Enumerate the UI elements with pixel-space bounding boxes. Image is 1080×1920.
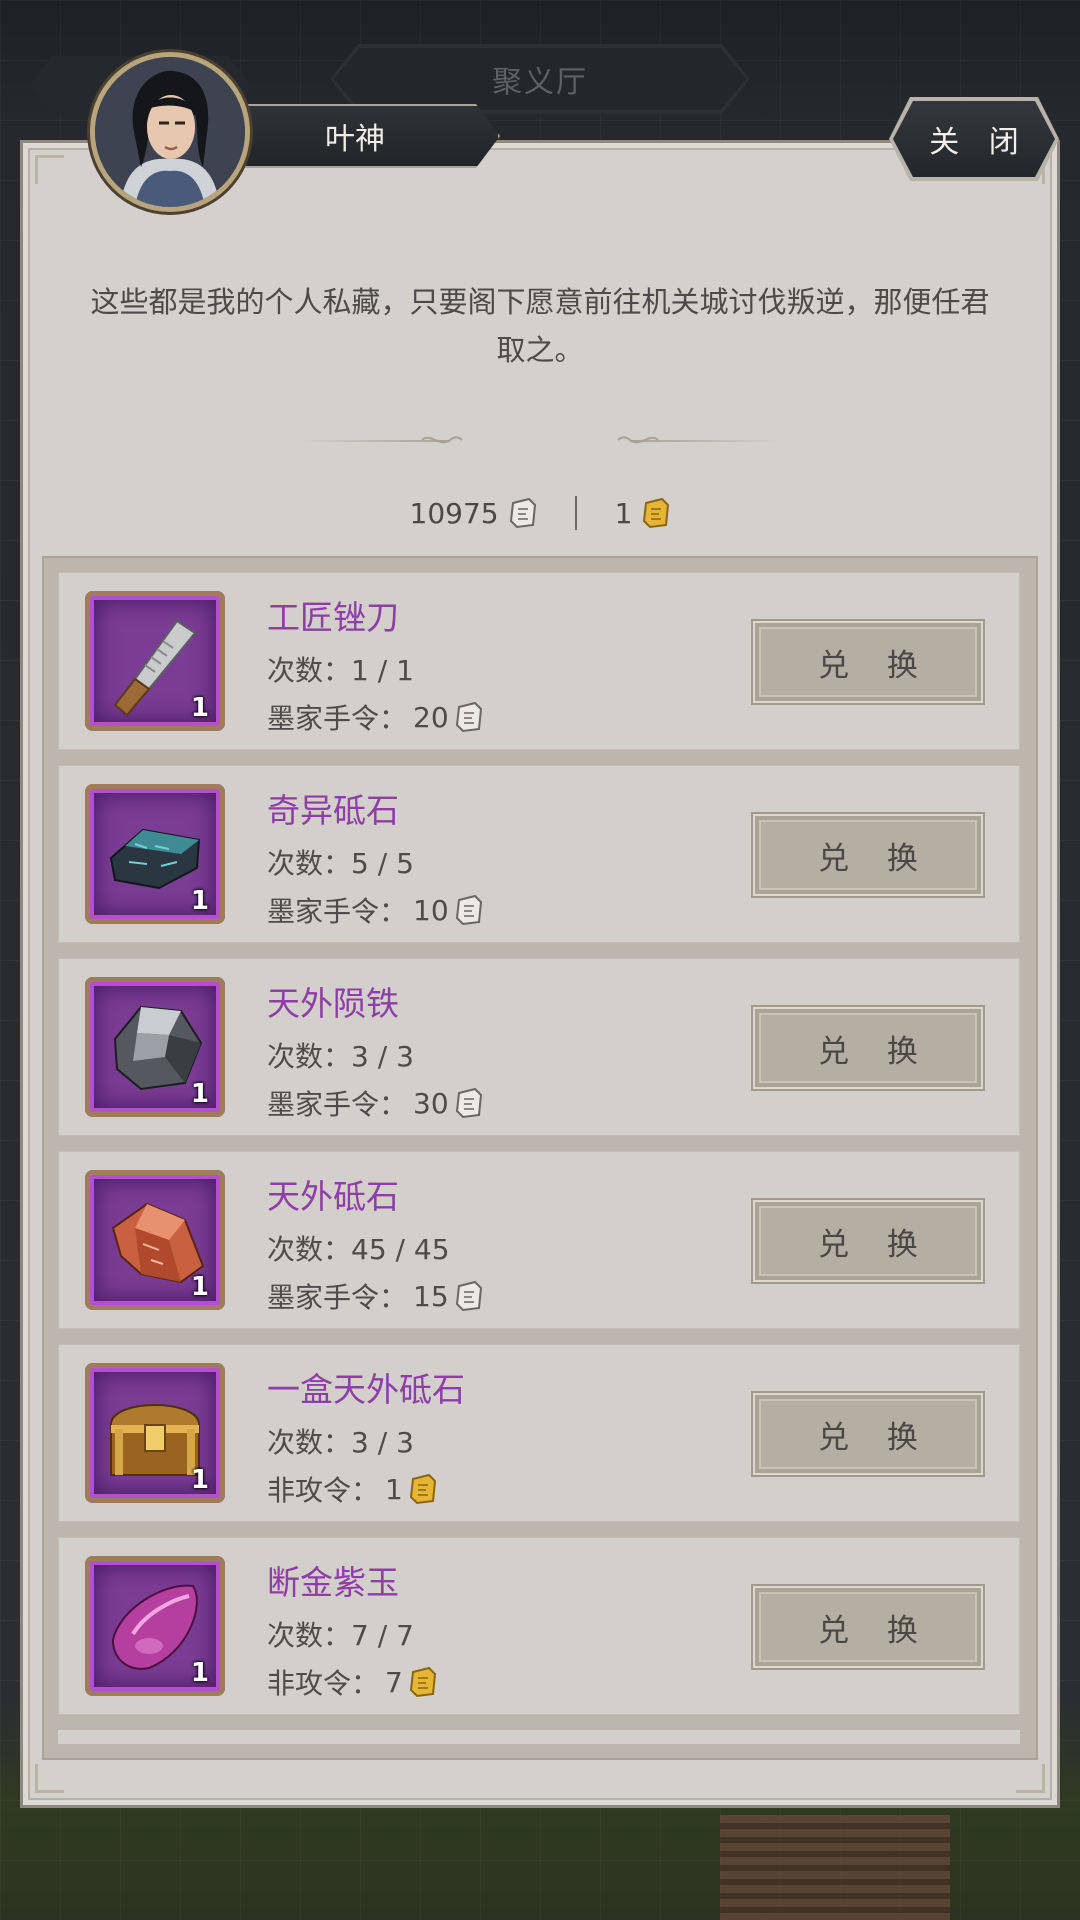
- npc-avatar: [90, 52, 250, 212]
- times-value: 3 / 3: [351, 1426, 414, 1459]
- exchange-button[interactable]: 兑 换: [753, 814, 983, 896]
- list-item: 1 一盒天外砥石 次数：3 / 3 非攻令： 1 兑 换: [58, 1344, 1020, 1522]
- item-cost: 非攻令： 1: [267, 1469, 437, 1509]
- cost-value: 10: [413, 893, 449, 927]
- item-times: 次数：5 / 5: [267, 842, 414, 882]
- item-times: 次数：45 / 45: [267, 1228, 450, 1268]
- mojia-token-balance: 10975: [410, 497, 537, 530]
- item-name: 天外砥石: [267, 1177, 399, 1216]
- corner-ornament: [35, 1764, 64, 1793]
- mojia-token-icon: [509, 497, 536, 529]
- exchange-button[interactable]: 兑 换: [753, 621, 983, 703]
- cost-value: 20: [413, 700, 449, 734]
- feigong-token-icon: [643, 497, 670, 529]
- item-name: 一盒天外砥石: [267, 1370, 465, 1409]
- item-times: 次数：3 / 3: [267, 1421, 414, 1461]
- cost-label: 墨家手令：: [267, 1088, 408, 1121]
- item-times: 次数：3 / 3: [267, 1035, 414, 1075]
- corner-ornament: [1016, 1764, 1045, 1793]
- npc-name: 叶神: [325, 122, 385, 157]
- cost-value: 7: [385, 1665, 403, 1699]
- intro-text: 这些都是我的个人私藏，只要阁下愿意前往机关城讨伐叛逆，那便任君取之。: [90, 285, 990, 367]
- cost-label: 墨家手令：: [267, 702, 408, 735]
- item-name: 奇异砥石: [267, 791, 399, 830]
- mojia-token-icon: [455, 701, 482, 733]
- times-label: 次数：: [267, 1040, 352, 1073]
- list-item: 1 天外陨铁 次数：3 / 3 墨家手令： 30 兑 换: [58, 958, 1020, 1136]
- feigong-token-amount: 1: [614, 496, 633, 530]
- times-value: 1 / 1: [351, 654, 414, 687]
- times-label: 次数：: [267, 654, 352, 687]
- feigong-token-balance: 1: [615, 497, 671, 530]
- cost-label: 墨家手令：: [267, 895, 408, 928]
- divider-line-right: [630, 440, 780, 442]
- times-value: 45 / 45: [351, 1233, 450, 1266]
- window-title: 聚义厅: [334, 48, 746, 110]
- item-cost: 非攻令： 7: [267, 1662, 437, 1702]
- item-count: 1: [190, 693, 209, 723]
- item-cost: 墨家手令： 30: [267, 1083, 483, 1123]
- item-slot[interactable]: 1: [85, 784, 225, 924]
- exchange-button[interactable]: 兑 换: [753, 1586, 983, 1668]
- times-label: 次数：: [267, 1233, 352, 1266]
- item-count: 1: [190, 1079, 209, 1109]
- exchange-button[interactable]: 兑 换: [753, 1007, 983, 1089]
- item-cost: 墨家手令： 20: [267, 697, 483, 737]
- item-name: 工匠锉刀: [267, 598, 399, 637]
- times-value: 3 / 3: [351, 1040, 414, 1073]
- item-name: 天外陨铁: [267, 984, 399, 1023]
- cost-value: 30: [413, 1086, 449, 1120]
- cost-value: 15: [413, 1279, 449, 1313]
- item-count: 1: [190, 1272, 209, 1302]
- item-cost: 墨家手令： 15: [267, 1276, 483, 1316]
- mojia-token-amount: 10975: [409, 496, 499, 530]
- item-slot[interactable]: 1: [85, 1170, 225, 1310]
- item-slot[interactable]: 1: [85, 1556, 225, 1696]
- list-item: 1 天外砥石 次数：45 / 45 墨家手令： 15 兑 换: [58, 1151, 1020, 1329]
- cost-label: 非攻令：: [267, 1667, 380, 1700]
- list-item: 1 断金紫玉 次数：7 / 7 非攻令： 7 兑 换: [58, 1537, 1020, 1715]
- times-label: 次数：: [267, 847, 352, 880]
- divider-ornament-icon: [421, 436, 463, 444]
- list-item: 1 工匠锉刀 次数：1 / 1 墨家手令： 20 兑 换: [58, 572, 1020, 750]
- feigong-token-icon: [409, 1666, 436, 1698]
- item-count: 1: [190, 1658, 209, 1688]
- item-slot[interactable]: 1: [85, 591, 225, 731]
- close-button[interactable]: 关 闭: [893, 101, 1055, 177]
- currency-separator: [574, 496, 577, 530]
- background-roof: [720, 1815, 950, 1920]
- feigong-token-icon: [409, 1473, 436, 1505]
- list-item: 1 奇异砥石 次数：5 / 5 墨家手令： 10 兑 换: [58, 765, 1020, 943]
- times-label: 次数：: [267, 1619, 352, 1652]
- mojia-token-icon: [455, 1280, 482, 1312]
- cost-value: 1: [385, 1472, 403, 1506]
- exchange-button[interactable]: 兑 换: [753, 1200, 983, 1282]
- item-times: 次数：7 / 7: [267, 1614, 414, 1654]
- times-value: 5 / 5: [351, 847, 414, 880]
- item-times: 次数：1 / 1: [267, 649, 414, 689]
- cost-label: 非攻令：: [267, 1474, 380, 1507]
- corner-ornament: [35, 155, 64, 184]
- item-cost: 墨家手令： 10: [267, 890, 483, 930]
- times-label: 次数：: [267, 1426, 352, 1459]
- exchange-button[interactable]: 兑 换: [753, 1393, 983, 1475]
- item-count: 1: [190, 1465, 209, 1495]
- list-item-partial: [58, 1730, 1020, 1744]
- item-slot[interactable]: 1: [85, 977, 225, 1117]
- portrait-icon: [95, 57, 245, 207]
- item-count: 1: [190, 886, 209, 916]
- currency-bar: 10975 1: [0, 488, 1080, 538]
- item-name: 断金紫玉: [267, 1563, 399, 1602]
- mojia-token-icon: [455, 894, 482, 926]
- item-slot[interactable]: 1: [85, 1363, 225, 1503]
- times-value: 7 / 7: [351, 1619, 414, 1652]
- npc-name-plate: 叶神: [230, 104, 500, 168]
- mojia-token-icon: [455, 1087, 482, 1119]
- cost-label: 墨家手令：: [267, 1281, 408, 1314]
